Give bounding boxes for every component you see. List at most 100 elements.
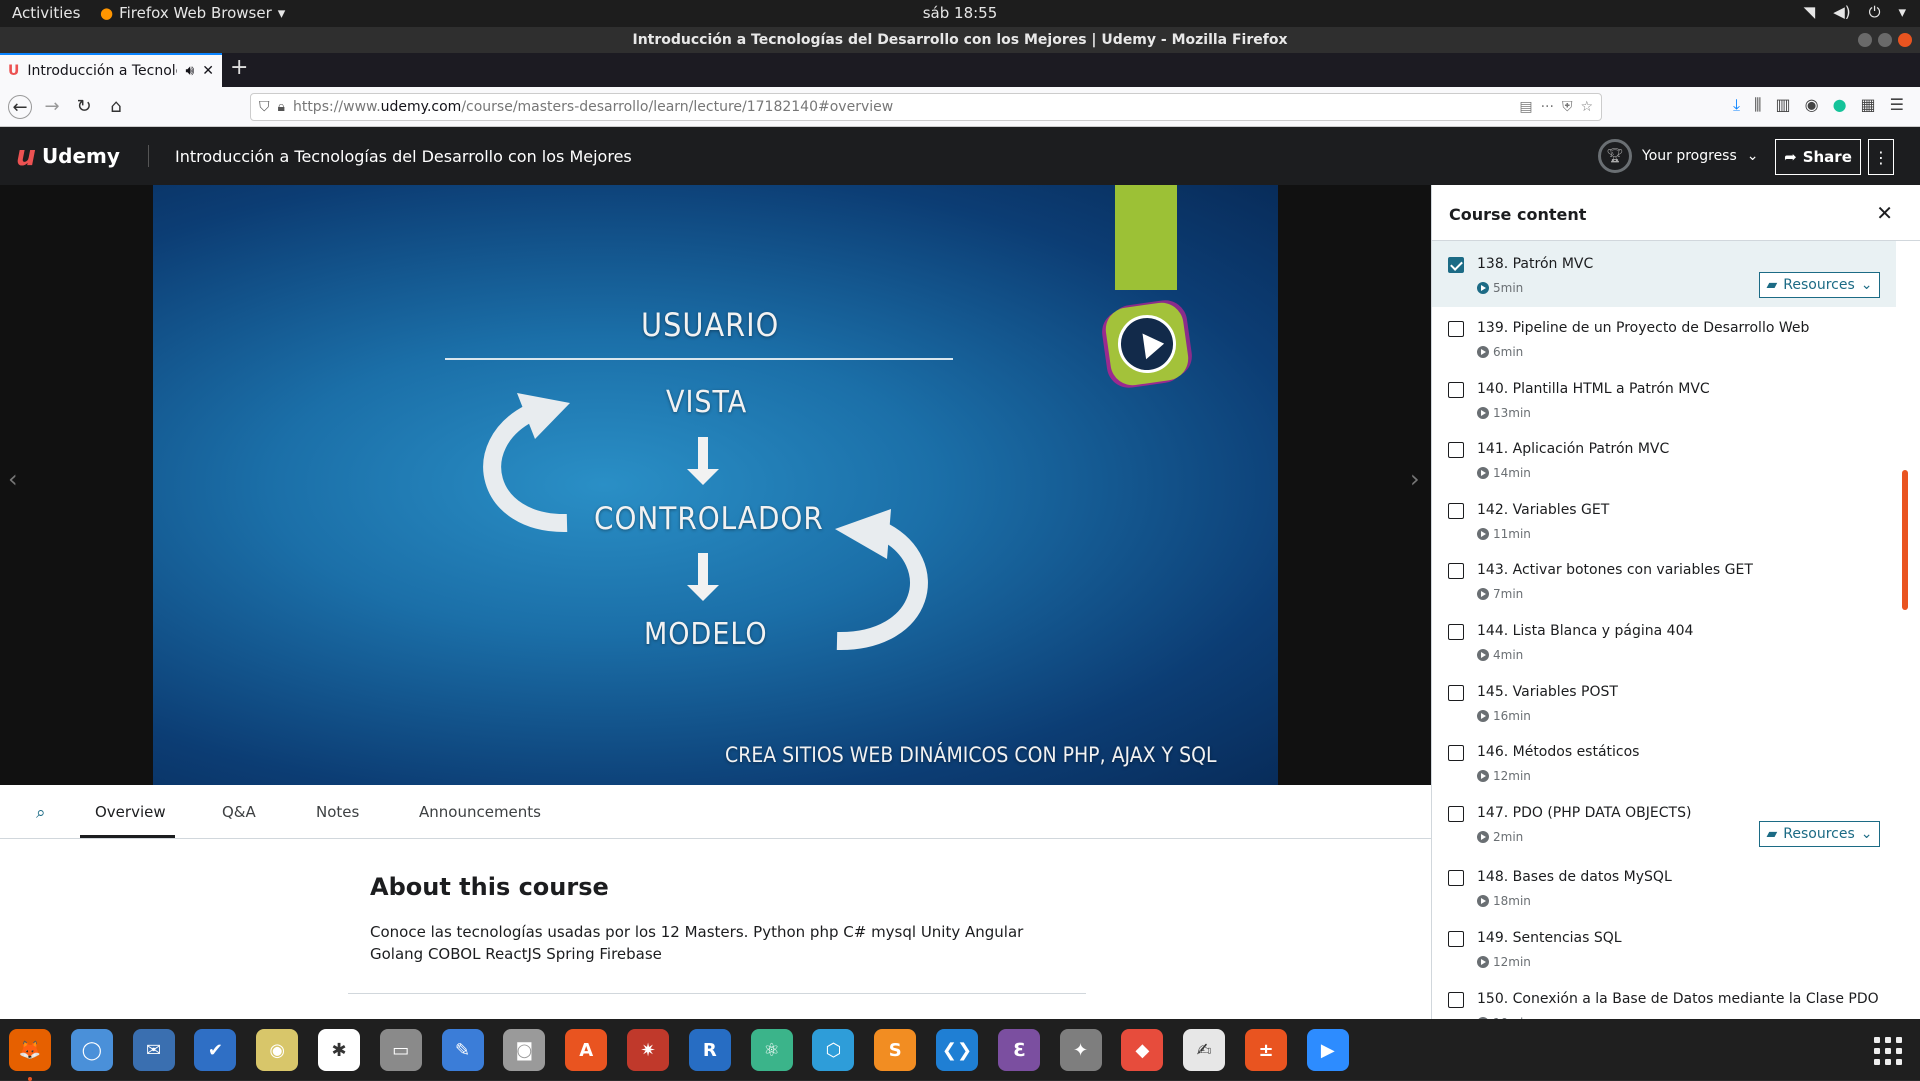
course-title[interactable]: Introducción a Tecnologías del Desarroll… <box>175 147 632 166</box>
show-applications-icon[interactable] <box>1874 1037 1902 1065</box>
previous-lecture-arrow-icon[interactable]: ‹ <box>8 465 18 493</box>
lesson-title[interactable]: 146. Métodos estáticos <box>1477 744 1639 760</box>
reload-button[interactable]: ↻ <box>72 95 96 119</box>
browser-tab[interactable]: U Introducción a Tecnolo 🔊︎ ✕ <box>0 53 222 87</box>
lock-icon[interactable]: 🔒︎ <box>278 99 285 115</box>
chromium-icon[interactable]: ◯ <box>70 1029 113 1071</box>
git-icon[interactable]: ◆ <box>1121 1029 1164 1071</box>
emacs-icon[interactable]: ℇ <box>997 1029 1040 1071</box>
system-tray[interactable]: ◥ ◀) ⏻ ▾ <box>1804 3 1906 21</box>
lesson-title[interactable]: 138. Patrón MVC <box>1477 256 1593 272</box>
play-badge-icon[interactable] <box>1102 299 1192 389</box>
account-icon[interactable]: ◉ <box>1805 95 1819 115</box>
slack-icon[interactable]: ✱ <box>318 1029 360 1071</box>
text-editor-icon[interactable]: ✍ <box>1183 1029 1226 1071</box>
library-icon[interactable]: ⫼ <box>1754 95 1761 115</box>
lesson-item[interactable]: 139. Pipeline de un Proyecto de Desarrol… <box>1432 305 1896 366</box>
clock[interactable]: sáb 18:55 <box>923 4 998 22</box>
thunderbird-icon[interactable]: ✉ <box>132 1029 175 1071</box>
lesson-checkbox[interactable] <box>1448 806 1464 822</box>
lesson-item[interactable]: 142. Variables GET 11min <box>1432 487 1896 548</box>
lesson-title[interactable]: 139. Pipeline de un Proyecto de Desarrol… <box>1477 320 1809 336</box>
url-bar[interactable]: ⛉ 🔒︎ https://www.udemy.com/course/master… <box>250 93 1602 121</box>
lesson-checkbox[interactable] <box>1448 992 1464 1008</box>
camera-icon[interactable]: ◙ <box>503 1029 546 1071</box>
lesson-title[interactable]: 143. Activar botones con variables GET <box>1477 562 1753 578</box>
lesson-title[interactable]: 147. PDO (PHP DATA OBJECTS) <box>1477 805 1691 821</box>
lesson-item[interactable]: 141. Aplicación Patrón MVC 14min <box>1432 426 1896 487</box>
sidebar-toggle-icon[interactable]: ▥ <box>1775 95 1790 115</box>
udemy-logo[interactable]: u Udemy <box>16 139 120 172</box>
lesson-checkbox[interactable] <box>1448 382 1464 398</box>
video-player[interactable]: ‹ › USUARIO VISTA CONTROLADOR MODELO CRE… <box>0 185 1431 785</box>
files-icon[interactable]: ▭ <box>379 1029 422 1071</box>
lesson-title[interactable]: 141. Aplicación Patrón MVC <box>1477 441 1669 457</box>
lesson-item[interactable]: 138. Patrón MVC 5min ▰ Resources ⌄ <box>1432 241 1896 307</box>
more-options-button[interactable]: ⋮ <box>1868 139 1894 175</box>
firefox-icon[interactable]: 🦊 <box>9 1029 51 1081</box>
resources-button[interactable]: ▰ Resources ⌄ <box>1759 272 1880 298</box>
sublime-icon[interactable]: S <box>874 1029 917 1071</box>
lesson-checkbox[interactable] <box>1448 685 1464 701</box>
lesson-title[interactable]: 144. Lista Blanca y página 404 <box>1477 623 1693 639</box>
vscode-icon[interactable]: ❮❯ <box>936 1029 978 1071</box>
lesson-item[interactable]: 143. Activar botones con variables GET 7m… <box>1432 547 1896 608</box>
lesson-title[interactable]: 148. Bases de datos MySQL <box>1477 869 1672 885</box>
progress-dropdown[interactable]: 🏆︎ Your progress ⌄ <box>1598 139 1759 173</box>
download-icon[interactable]: ⤓ <box>1733 95 1740 115</box>
lesson-checkbox[interactable] <box>1448 257 1464 273</box>
lesson-item[interactable]: 150. Conexión a la Base de Datos mediant… <box>1432 976 1896 1019</box>
lesson-item[interactable]: 146. Métodos estáticos 12min <box>1432 729 1896 790</box>
lesson-item[interactable]: 149. Sentencias SQL 12min <box>1432 915 1896 976</box>
lesson-checkbox[interactable] <box>1448 503 1464 519</box>
lesson-checkbox[interactable] <box>1448 931 1464 947</box>
gimp-icon[interactable]: ✦ <box>1059 1029 1102 1071</box>
writer-icon[interactable]: ✎ <box>441 1029 484 1071</box>
url-text[interactable]: https://www.udemy.com/course/masters-des… <box>293 99 1511 115</box>
speaker-icon[interactable]: 🔊︎ <box>185 63 194 79</box>
search-icon[interactable]: ⌕ <box>36 803 46 823</box>
reader-view-icon[interactable]: ▤ <box>1519 99 1532 115</box>
close-sidebar-icon[interactable]: ✕ <box>1876 201 1893 225</box>
lesson-item[interactable]: 147. PDO (PHP DATA OBJECTS) 2min ▰ Resource… <box>1432 790 1896 856</box>
new-tab-button[interactable]: + <box>230 55 248 80</box>
lesson-checkbox[interactable] <box>1448 321 1464 337</box>
software-center-icon[interactable]: A <box>565 1029 608 1071</box>
lesson-title[interactable]: 140. Plantilla HTML a Patrón MVC <box>1477 381 1710 397</box>
back-button[interactable]: ← <box>8 95 32 119</box>
lesson-item[interactable]: 145. Variables POST 16min <box>1432 669 1896 730</box>
box-icon[interactable]: ⬡ <box>812 1029 855 1071</box>
share-button[interactable]: ➦ Share <box>1775 139 1861 175</box>
lesson-checkbox[interactable] <box>1448 745 1464 761</box>
lesson-item[interactable]: 140. Plantilla HTML a Patrón MVC 13min <box>1432 366 1896 427</box>
video-frame[interactable]: USUARIO VISTA CONTROLADOR MODELO CREA SI… <box>153 185 1278 785</box>
lesson-item[interactable]: 144. Lista Blanca y página 404 4min <box>1432 608 1896 669</box>
zoom-icon[interactable]: ▶ <box>1306 1029 1349 1071</box>
tab-announcements[interactable]: Announcements <box>419 803 541 821</box>
lesson-title[interactable]: 150. Conexión a la Base de Datos mediant… <box>1477 991 1879 1007</box>
activities-button[interactable]: Activities <box>12 4 80 22</box>
sidebar-scrollbar[interactable] <box>1902 470 1908 610</box>
close-window-button[interactable] <box>1898 33 1912 47</box>
home-button[interactable]: ⌂ <box>104 95 128 119</box>
lesson-checkbox[interactable] <box>1448 870 1464 886</box>
app-menu[interactable]: ● Firefox Web Browser ▾ <box>100 4 285 22</box>
tab-qa[interactable]: Q&A <box>222 803 256 821</box>
lesson-title[interactable]: 142. Variables GET <box>1477 502 1609 518</box>
close-tab-icon[interactable]: ✕ <box>202 63 214 79</box>
pocket-icon[interactable]: ⛨ <box>1562 99 1573 115</box>
atom-icon[interactable]: ⚛ <box>750 1029 793 1071</box>
extension-icon[interactable]: ▦ <box>1861 95 1876 115</box>
resources-button[interactable]: ▰ Resources ⌄ <box>1759 821 1880 847</box>
lesson-title[interactable]: 149. Sentencias SQL <box>1477 930 1622 946</box>
grammarly-icon[interactable]: ● <box>1833 95 1847 115</box>
bookmark-star-icon[interactable]: ☆ <box>1580 99 1593 115</box>
lesson-title[interactable]: 145. Variables POST <box>1477 684 1618 700</box>
lesson-item[interactable]: 148. Bases de datos MySQL 18min <box>1432 854 1896 915</box>
rhythmbox-icon[interactable]: ◉ <box>256 1029 299 1071</box>
tab-notes[interactable]: Notes <box>316 803 359 821</box>
tab-overview[interactable]: Overview <box>95 803 166 821</box>
calculator-icon[interactable]: ± <box>1245 1029 1287 1071</box>
network-icon[interactable]: ✷ <box>627 1029 669 1071</box>
lesson-checkbox[interactable] <box>1448 563 1464 579</box>
